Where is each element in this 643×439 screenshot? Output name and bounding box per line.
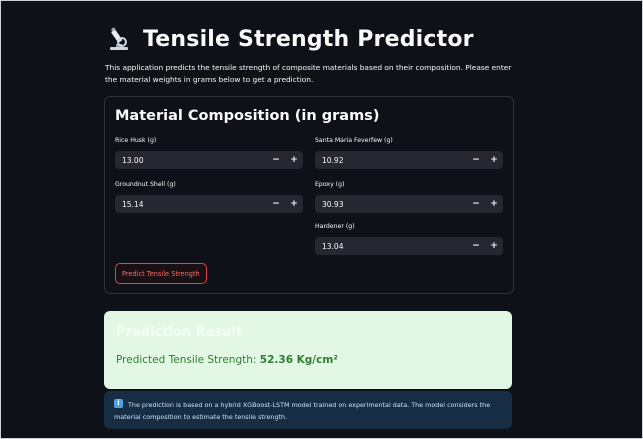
increment-button[interactable]: + [485, 237, 503, 255]
field-label: Santa Maria Feverfew (g) [315, 137, 393, 144]
result-heading: Prediction Result [116, 325, 243, 340]
predict-tensile-strength-button[interactable]: Predict Tensile Strength [115, 263, 207, 284]
info-alert: i The prediction is based on a hybrid XG… [104, 391, 512, 429]
hardener-field: Hardener (g) 13.04 − + [315, 222, 503, 255]
result-text: Predicted Tensile Strength: 52.36 Kg/cm² [116, 354, 338, 366]
predicted-value: 52.36 Kg/cm² [259, 354, 338, 366]
santa-maria-feverfew-value[interactable]: 10.92 [315, 156, 467, 165]
field-label: Hardener (g) [315, 223, 355, 230]
decrement-button[interactable]: − [267, 151, 285, 169]
field-label: Groundnut Shell (g) [115, 181, 176, 188]
rice-husk-input[interactable]: 13.00 − + [115, 151, 303, 169]
intro-text: This application predicts the tensile st… [105, 63, 512, 84]
rice-husk-field: Rice Husk (g) 13.00 − + [115, 136, 303, 169]
hardener-value[interactable]: 13.04 [315, 242, 467, 251]
increment-button[interactable]: + [485, 195, 503, 213]
info-text: The prediction is based on a hybrid XGBo… [114, 401, 491, 421]
hardener-input[interactable]: 13.04 − + [315, 237, 503, 255]
title-row: Tensile Strength Predictor [105, 25, 474, 53]
page-title: Tensile Strength Predictor [143, 26, 474, 52]
groundnut-shell-field: Groundnut Shell (g) 15.14 − + [115, 180, 303, 213]
decrement-button[interactable]: − [467, 151, 485, 169]
app-frame: Tensile Strength Predictor This applicat… [0, 0, 643, 439]
increment-button[interactable]: + [285, 151, 303, 169]
decrement-button[interactable]: − [467, 237, 485, 255]
epoxy-field: Epoxy (g) 30.93 − + [315, 180, 503, 213]
rice-husk-value[interactable]: 13.00 [115, 156, 267, 165]
decrement-button[interactable]: − [467, 195, 485, 213]
epoxy-input[interactable]: 30.93 − + [315, 195, 503, 213]
santa-maria-feverfew-input[interactable]: 10.92 − + [315, 151, 503, 169]
prediction-result-box: Prediction Result Predicted Tensile Stre… [104, 311, 512, 389]
result-prefix: Predicted Tensile Strength: [116, 354, 260, 366]
santa-maria-feverfew-field: Santa Maria Feverfew (g) 10.92 − + [315, 136, 503, 169]
groundnut-shell-input[interactable]: 15.14 − + [115, 195, 303, 213]
form-title: Material Composition (in grams) [115, 108, 380, 124]
groundnut-shell-value[interactable]: 15.14 [115, 200, 267, 209]
increment-button[interactable]: + [485, 151, 503, 169]
epoxy-value[interactable]: 30.93 [315, 200, 467, 209]
field-label: Rice Husk (g) [115, 137, 157, 144]
decrement-button[interactable]: − [267, 195, 285, 213]
microscope-icon [105, 25, 133, 53]
material-composition-form: Material Composition (in grams) Rice Hus… [104, 96, 514, 294]
field-label: Epoxy (g) [315, 181, 345, 188]
increment-button[interactable]: + [285, 195, 303, 213]
